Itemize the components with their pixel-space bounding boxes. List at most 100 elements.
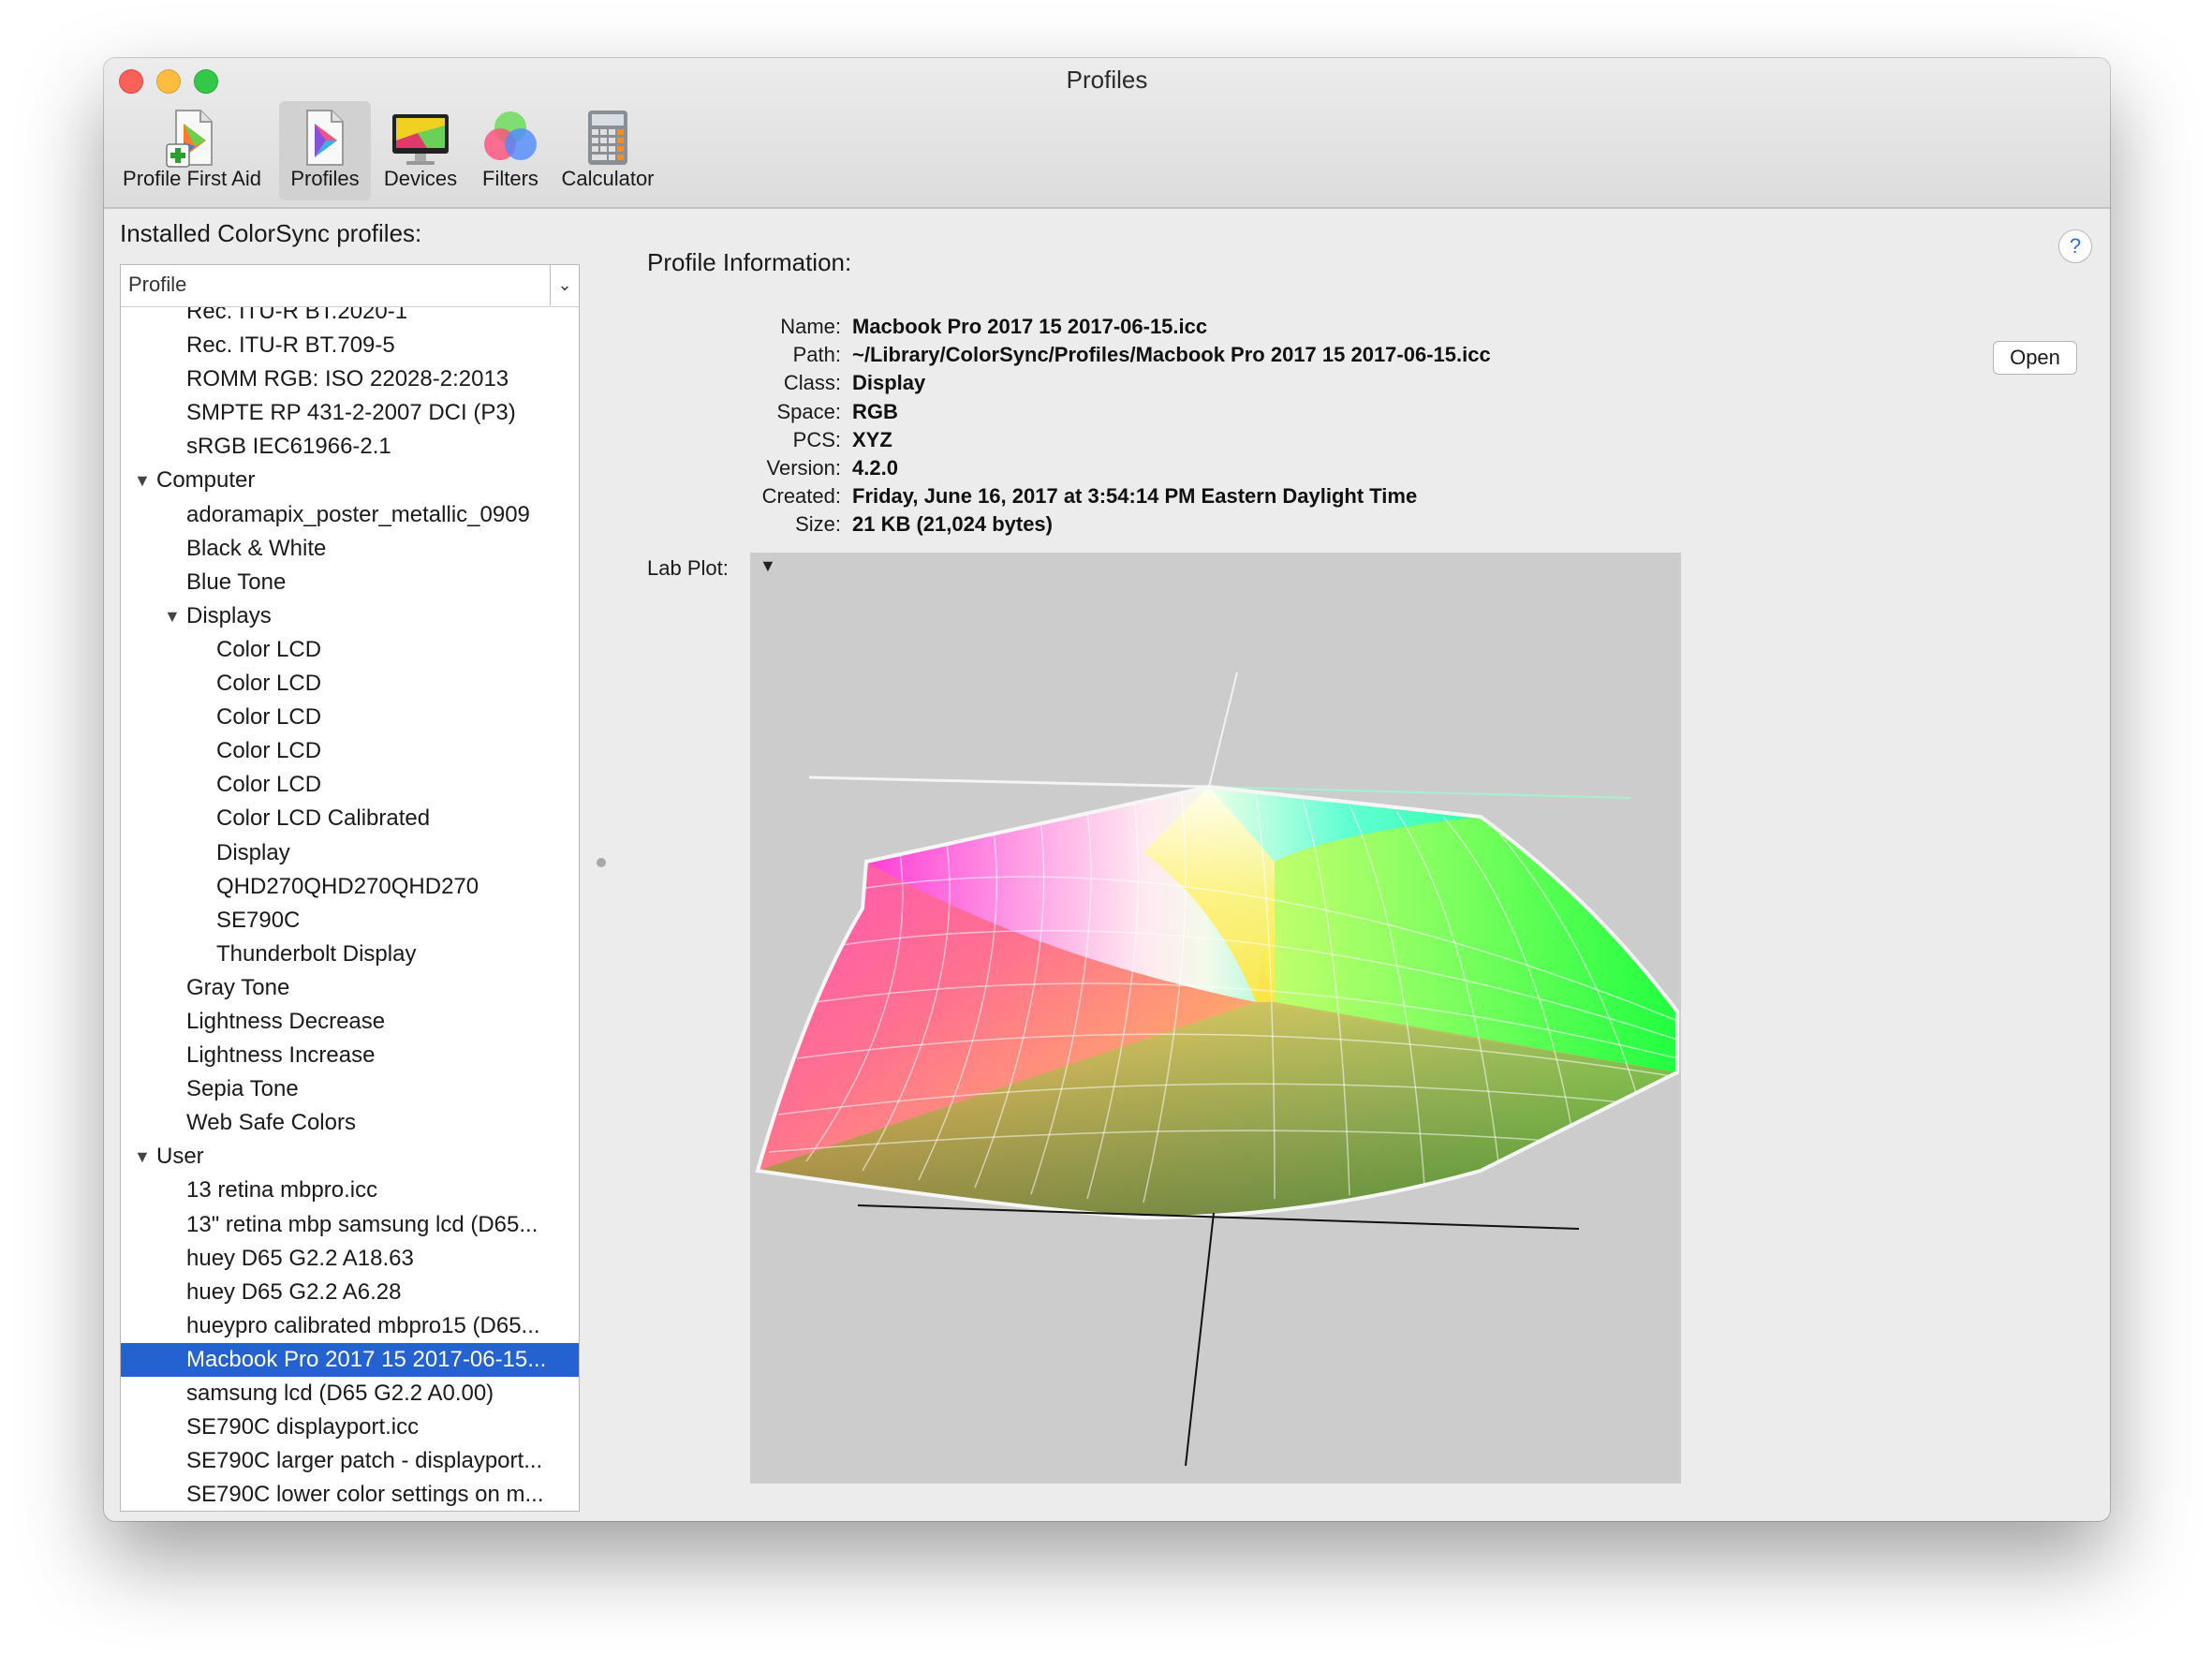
toolbar: Profiles Profile First Aid Profiles Devi… [104, 58, 2110, 209]
profile-row-label: Web Safe Colors [186, 1110, 356, 1136]
profile-info-fields: Name: Macbook Pro 2017 15 2017-06-15.icc P… [647, 313, 1491, 539]
toolbar-profile-first-aid[interactable]: Profile First Aid [115, 101, 269, 200]
profile-row-label: Macbook Pro 2017 15 2017-06-15... [186, 1346, 547, 1372]
profile-row[interactable]: adoramapix_poster_metallic_0909 [121, 498, 579, 532]
toolbar-profiles[interactable]: Profiles [279, 101, 371, 200]
profile-row[interactable]: SE790C lower color settings on m... [121, 1478, 579, 1511]
profile-row[interactable]: SMPTE RP 431-2-2007 DCI (P3) [121, 396, 579, 430]
profile-list[interactable]: Rec. ITU-R BT.2020-1 Rec. ITU-R BT.709-5 R… [120, 264, 580, 1512]
profile-row-label: SE790C displayport.icc [186, 1414, 420, 1440]
toolbar-label: Devices [383, 167, 458, 190]
profile-row[interactable]: QHD270QHD270QHD270 [121, 870, 579, 904]
info-field-value: 21 KB (21,024 bytes) [852, 512, 1053, 537]
profile-row-label: User [156, 1144, 204, 1170]
profile-row-label: samsung lcd (D65 G2.2 A0.00) [186, 1381, 494, 1406]
profile-row-label: Thunderbolt Display [216, 940, 417, 967]
split-view-handle[interactable] [597, 858, 606, 867]
disclosure-triangle-icon[interactable]: ▼ [134, 464, 151, 497]
profile-row[interactable]: 13" retina mbp samsung lcd (D65... [121, 1208, 579, 1242]
toolbar-label: Calculator [561, 167, 655, 190]
profile-group-row[interactable]: ▼ Displays [121, 599, 579, 633]
profile-row[interactable]: Web Safe Colors [121, 1106, 579, 1140]
profile-row-label: SE790C [216, 907, 301, 933]
info-field-row: PCS: XYZ [647, 426, 1491, 454]
profile-column-label: Profile [128, 273, 187, 296]
profile-row-label: Color LCD [216, 704, 322, 731]
profile-row[interactable]: Lightness Decrease [121, 1005, 579, 1039]
profile-row[interactable]: SE790C larger patch - displayport... [121, 1444, 579, 1478]
lab-plot[interactable] [750, 553, 1681, 1484]
info-field-row: Created: Friday, June 16, 2017 at 3:54:14… [647, 482, 1491, 510]
calculator-icon [577, 107, 639, 169]
profile-row[interactable]: Color LCD [121, 768, 579, 802]
profile-row-label: Lightness Increase [186, 1042, 376, 1069]
disclosure-triangle-icon[interactable]: ▼ [134, 1140, 151, 1174]
profile-row[interactable]: Black & White [121, 532, 579, 566]
profile-row-label: 13" retina mbp samsung lcd (D65... [186, 1211, 538, 1237]
profile-row-label: Blue Tone [186, 569, 287, 595]
profile-row[interactable]: Blue Tone [121, 566, 579, 599]
profile-row[interactable]: Gray Tone [121, 971, 579, 1005]
toolbar-calculator[interactable]: Calculator [552, 101, 664, 200]
profile-row[interactable]: SE790C displayport.icc [121, 1411, 579, 1444]
profile-row[interactable]: huey D65 G2.2 A18.63 [121, 1242, 579, 1276]
info-field-value: Macbook Pro 2017 15 2017-06-15.icc [852, 315, 1208, 338]
profile-row[interactable]: samsung lcd (D65 G2.2 A0.00) [121, 1377, 579, 1411]
profile-row-label: Color LCD [216, 772, 322, 798]
profile-row[interactable]: Color LCD [121, 633, 579, 667]
profile-group-row[interactable]: ▼ Computer [121, 464, 579, 497]
profile-row[interactable]: Sepia Tone [121, 1072, 579, 1106]
profile-row-label: Computer [156, 467, 256, 494]
profile-row[interactable]: Display [121, 836, 579, 870]
profile-row[interactable]: Color LCD Calibrated [121, 802, 579, 835]
profile-row[interactable]: Color LCD [121, 701, 579, 734]
profile-row[interactable]: Rec. ITU-R BT.709-5 [121, 329, 579, 362]
profile-row-label: Sepia Tone [186, 1076, 299, 1102]
info-field-key: Name: [780, 315, 841, 338]
lab-plot-options-toggle[interactable]: ▼ [759, 556, 776, 576]
info-field-key: Size: [795, 512, 841, 537]
info-field-row: Path: ~/Library/ColorSync/Profiles/Macboo… [647, 341, 1491, 369]
profile-information-heading: Profile Information: [647, 248, 852, 276]
filters-icon [479, 107, 541, 169]
profile-row[interactable]: 13 retina mbpro.icc [121, 1174, 579, 1207]
profile-row-label: SMPTE RP 431-2-2007 DCI (P3) [186, 400, 516, 426]
profile-row-label: QHD270QHD270QHD270 [216, 873, 479, 899]
profile-column-header[interactable]: Profile ⌄ [121, 265, 579, 307]
chevron-down-icon[interactable]: ⌄ [550, 265, 579, 305]
profile-row-label: 13 retina mbpro.icc [186, 1177, 378, 1204]
open-button[interactable]: Open [1993, 341, 2077, 375]
profile-row[interactable]: huey D65 G2.2 A6.28 [121, 1276, 579, 1309]
toolbar-filters[interactable]: Filters [470, 101, 551, 200]
profile-row[interactable]: Macbook Pro 2017 15 2017-06-15... [121, 1342, 579, 1377]
profile-row-label: Lightness Decrease [186, 1008, 386, 1034]
help-button[interactable]: ? [2058, 229, 2092, 263]
profiles-icon [294, 107, 356, 169]
disclosure-triangle-icon[interactable]: ▼ [164, 599, 181, 633]
info-field-value: 4.2.0 [852, 455, 898, 480]
profile-row[interactable]: ROMM RGB: ISO 22028-2:2013 [121, 362, 579, 396]
profile-row-label: Color LCD Calibrated [216, 805, 431, 832]
info-field-key: Space: [776, 399, 842, 423]
profile-row[interactable]: Color LCD [121, 734, 579, 768]
profile-row-label: Black & White [186, 535, 327, 561]
profile-row[interactable]: hueypro calibrated mbpro15 (D65... [121, 1309, 579, 1343]
info-field-value: Display [852, 371, 926, 395]
profile-row-label: huey D65 G2.2 A18.63 [186, 1245, 414, 1271]
toolbar-devices[interactable]: Devices [375, 101, 466, 200]
profile-row[interactable]: sRGB IEC61966-2.1 [121, 430, 579, 464]
profile-row-label: sRGB IEC61966-2.1 [186, 434, 391, 460]
info-field-value: XYZ [852, 427, 892, 451]
info-field-row: Name: Macbook Pro 2017 15 2017-06-15.icc [647, 313, 1491, 341]
profile-row[interactable]: Lightness Increase [121, 1039, 579, 1072]
profile-row[interactable]: Color LCD [121, 667, 579, 701]
info-field-row: Size: 21 KB (21,024 bytes) [647, 510, 1491, 539]
profile-list-rows: Rec. ITU-R BT.2020-1 Rec. ITU-R BT.709-5 R… [121, 295, 579, 1511]
window-title: Profiles [1066, 66, 1148, 94]
profile-row[interactable]: SE790C [121, 904, 579, 938]
profile-group-row[interactable]: ▼ User [121, 1140, 579, 1174]
profile-row-label: SE790C larger patch - displayport... [186, 1448, 543, 1474]
profile-row-label: adoramapix_poster_metallic_0909 [186, 501, 530, 527]
profile-row[interactable]: Thunderbolt Display [121, 938, 579, 971]
toolbar-label: Filters [482, 167, 538, 190]
